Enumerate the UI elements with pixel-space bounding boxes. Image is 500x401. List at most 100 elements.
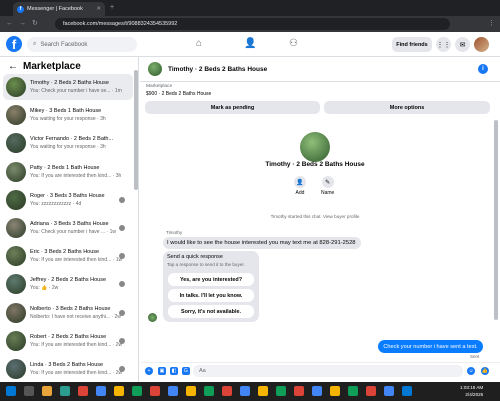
taskbar-app-icon[interactable] — [42, 386, 52, 396]
message-input[interactable]: Aa — [193, 365, 463, 377]
conversation-text: Adriana · 3 Beds 3 Baths House You: Check… — [30, 221, 132, 235]
avatar[interactable] — [474, 37, 489, 52]
quick-reply-button[interactable]: Sorry, it's not available. — [168, 305, 254, 318]
new-tab-icon[interactable]: + — [110, 0, 114, 16]
conversation-thumbnail[interactable] — [148, 62, 162, 76]
groups-icon[interactable]: ⚇ — [289, 38, 298, 49]
find-friends-button[interactable]: Find friends — [392, 37, 432, 52]
search-icon: ⌕ — [33, 41, 37, 47]
listing-thumbnail — [6, 246, 26, 267]
conversation-preview: Nolberto: I have not receive anythi... ·… — [30, 313, 121, 320]
like-icon[interactable]: 👍 — [481, 367, 489, 375]
start-icon[interactable] — [6, 386, 16, 396]
home-icon[interactable]: ⌂ — [196, 38, 202, 49]
conversation-list-item[interactable]: Adriana · 3 Beds 3 Baths House You: Check… — [3, 215, 133, 241]
close-tab-icon[interactable]: ✕ — [96, 6, 101, 12]
seen-avatar — [119, 225, 125, 231]
profile-photo[interactable] — [300, 132, 330, 162]
image-icon[interactable]: ▣ — [158, 367, 166, 375]
sidebar-scrollbar[interactable] — [134, 70, 138, 190]
windows-taskbar — [0, 382, 500, 401]
conversation-list-item[interactable]: Linda · 3 Beds 2 Baths House You: If you … — [3, 356, 133, 382]
messenger-icon[interactable]: ✉ — [455, 37, 470, 52]
quick-reply-button[interactable]: Yes, are you interested? — [168, 273, 254, 286]
taskbar-app-icon[interactable] — [366, 386, 376, 396]
taskbar-app-icon[interactable] — [222, 386, 232, 396]
taskbar-app-icon[interactable] — [60, 386, 70, 396]
plus-icon[interactable]: + — [145, 367, 153, 375]
taskbar-app-icon[interactable] — [150, 386, 160, 396]
taskbar-app-icon[interactable] — [96, 386, 106, 396]
facebook-logo-icon[interactable]: f — [6, 36, 22, 52]
tab-title: Messenger | Facebook — [27, 6, 83, 12]
conversation-list-item[interactable]: Roger · 3 Beds 3 Baths House You: zzzzzzz… — [3, 187, 133, 213]
conversation-name: Eric · 3 Beds 2 Baths House — [30, 249, 100, 256]
conversation-list-item[interactable]: Patty · 2 Beds 1 Bath House You: If you a… — [3, 159, 133, 185]
browser-menu-icon[interactable]: ⋮ — [488, 16, 495, 32]
taskbar-app-icon[interactable] — [384, 386, 394, 396]
browser-tab[interactable]: f Messenger | Facebook ✕ — [13, 2, 105, 16]
taskbar-app-icon[interactable] — [114, 386, 124, 396]
listing-thumbnail — [6, 218, 26, 238]
taskbar-app-icon[interactable] — [240, 386, 250, 396]
conversation-text: Jeffrey · 2 Beds 2 Baths House You: 👍 · 2… — [30, 277, 132, 291]
gif-icon[interactable]: G — [182, 367, 190, 375]
taskbar-app-icon[interactable] — [348, 386, 358, 396]
taskbar-app-icon[interactable] — [276, 386, 286, 396]
taskbar-app-icon[interactable] — [78, 386, 88, 396]
chat-started-notice[interactable]: Timothy started this chat. View buyer pr… — [200, 214, 430, 219]
taskbar-app-icon[interactable] — [168, 386, 178, 396]
sticker-icon[interactable]: ◧ — [170, 367, 178, 375]
conversation-list-item[interactable]: Victor Fernando · 2 Beds 2 Bath... You wa… — [3, 130, 133, 156]
url-field[interactable]: facebook.com/messages/t/9088324354535992 — [55, 18, 450, 30]
conversation-text: Linda · 3 Beds 2 Baths House You: If you … — [30, 362, 132, 376]
conversation-list-item[interactable]: Nolberto · 3 Beds 2 Baths House Nolberto:… — [3, 300, 133, 326]
profile-name: Timothy · 2 Beds 2 Baths House — [265, 161, 365, 168]
taskbar-app-icon[interactable] — [402, 386, 412, 396]
listing-thumbnail — [6, 105, 26, 126]
taskbar-app-icon[interactable] — [186, 386, 196, 396]
back-icon[interactable]: ← — [6, 16, 13, 32]
conversation-list-item[interactable]: Timothy · 2 Beds 2 Baths House You: Check… — [3, 74, 133, 100]
search-input[interactable]: ⌕ Search Facebook — [27, 37, 137, 52]
conversation-title[interactable]: Timothy · 2 Beds 2 Baths House — [168, 66, 267, 73]
conversation-list-item[interactable]: Eric · 3 Beds 2 Baths House You: If you a… — [3, 243, 133, 269]
add-person-icon: 👤 — [294, 176, 306, 188]
listing-thumbnail — [6, 359, 26, 379]
conversation-text: Victor Fernando · 2 Beds 2 Bath... You wa… — [30, 136, 132, 150]
quick-reply-button[interactable]: In talks. I'll let you know. — [168, 289, 254, 302]
search-placeholder: Search Facebook — [40, 41, 88, 48]
conversation-list-item[interactable]: Jeffrey · 2 Beds 2 Baths House You: 👍 · 2… — [3, 271, 133, 297]
taskbar-app-icon[interactable] — [258, 386, 268, 396]
taskbar-app-icon[interactable] — [24, 386, 34, 396]
menu-grid-icon[interactable]: ⋮⋮ — [436, 37, 451, 52]
back-arrow-icon[interactable]: ← — [8, 61, 18, 72]
conversation-list-item[interactable]: Mikey · 3 Beds 1 Bath House You waiting f… — [3, 102, 133, 128]
emoji-icon[interactable]: ☺ — [467, 367, 475, 375]
mark-pending-button[interactable]: Mark as pending — [145, 101, 320, 114]
taskbar-app-icon[interactable] — [312, 386, 322, 396]
forward-icon[interactable]: → — [19, 16, 26, 32]
seen-avatar — [119, 196, 125, 203]
listing-thumbnail — [6, 77, 26, 97]
conversation-name: Patty · 2 Beds 1 Bath House — [30, 164, 100, 171]
taskbar-app-icon[interactable] — [204, 386, 214, 396]
name-action[interactable]: ✎ Name — [321, 176, 334, 196]
friends-icon[interactable]: 👤 — [244, 38, 256, 49]
pencil-icon: ✎ — [321, 176, 334, 188]
conversation-name: Mikey · 3 Beds 1 Bath House — [30, 108, 102, 115]
taskbar-app-icon[interactable] — [132, 386, 142, 396]
add-action[interactable]: 👤 Add — [294, 176, 306, 196]
taskbar-app-icon[interactable] — [330, 386, 340, 396]
taskbar-app-icon[interactable] — [294, 386, 304, 396]
conversation-preview: You waiting for your response · 3h — [30, 144, 106, 151]
more-options-button[interactable]: More options — [324, 101, 490, 114]
listing-thumbnail — [6, 274, 26, 295]
seen-avatar — [119, 309, 125, 316]
system-clock[interactable]: 1:03:18 AM 2/4/2025 — [460, 384, 483, 398]
quick-response-subtitle: Tap a response to send it to the buyer. — [167, 262, 245, 267]
conversation-list-item[interactable]: Robert · 2 Beds 2 Baths House You: If you… — [3, 328, 133, 354]
chat-scrollbar[interactable] — [494, 120, 498, 320]
reload-icon[interactable]: ↻ — [32, 16, 38, 32]
info-icon[interactable]: i — [478, 64, 488, 74]
